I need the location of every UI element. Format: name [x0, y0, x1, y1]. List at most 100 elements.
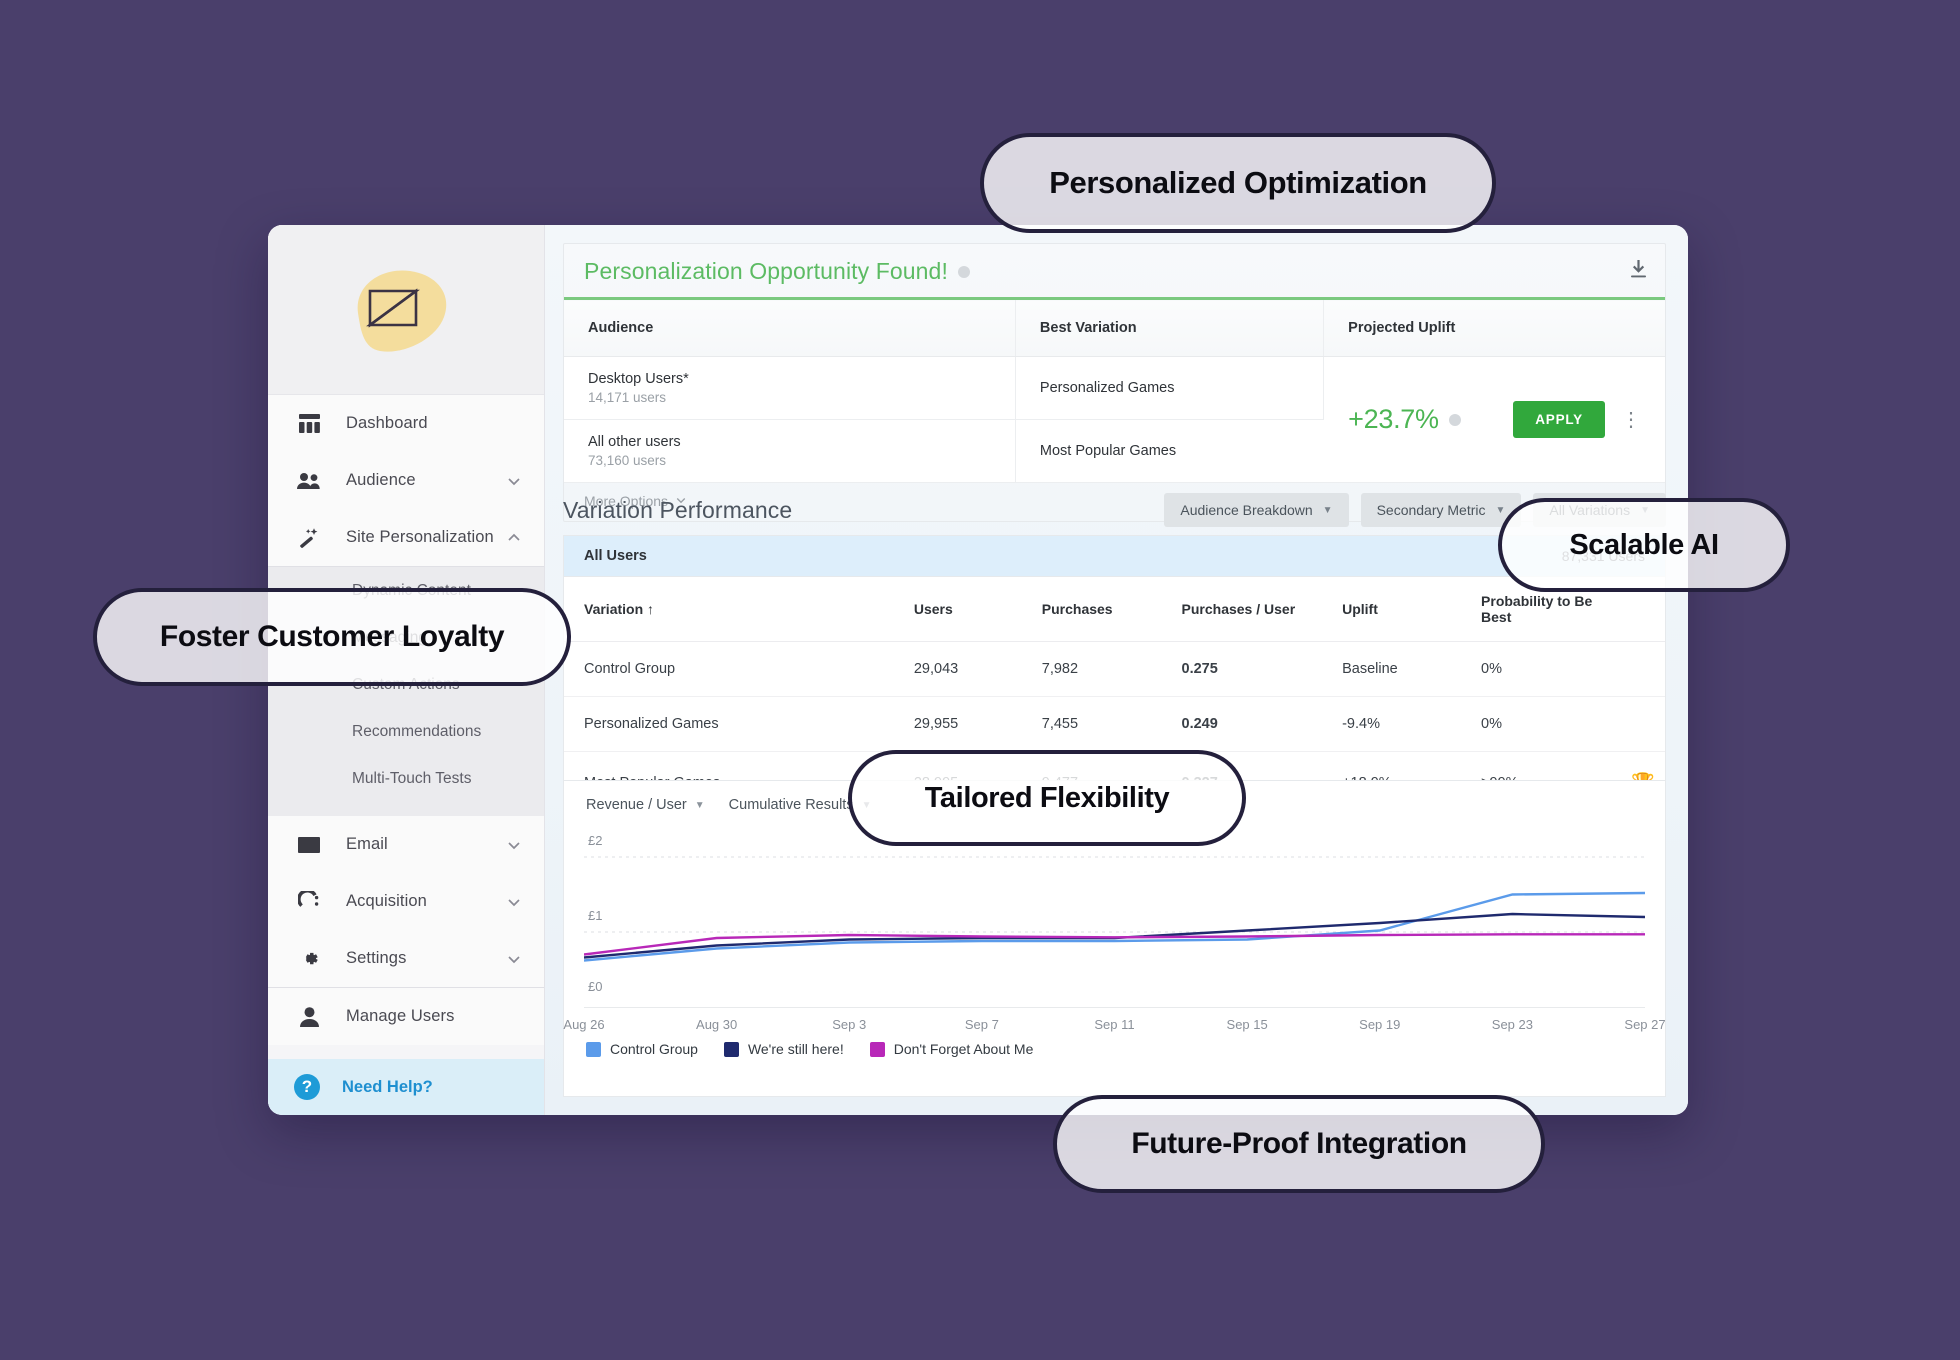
info-icon[interactable] [1448, 413, 1461, 426]
x-tick-label: Aug 30 [696, 1017, 738, 1032]
col-purchases[interactable]: Purchases [1041, 577, 1182, 642]
sidebar-secondary-group: Email Acquisition Settings [268, 816, 544, 987]
x-tick-label: Sep 27 [1624, 1017, 1666, 1032]
y-tick-label: £0 [588, 979, 603, 994]
magic-wand-icon [294, 526, 324, 550]
callout-scalable-ai: Scalable AI [1498, 498, 1790, 592]
callout-personalized-optimization: Personalized Optimization [980, 133, 1496, 233]
col-variation[interactable]: Variation ↑ [564, 577, 914, 642]
chart-lines [584, 827, 1645, 1007]
audience-user-count: 14,171 users [588, 390, 667, 405]
x-tick-label: Sep 7 [964, 1017, 999, 1032]
x-tick-label: Sep 23 [1491, 1017, 1533, 1032]
question-circle-icon: ? [294, 1074, 320, 1100]
opportunity-table: Audience Best Variation Projected Uplift… [564, 297, 1665, 483]
table-row: Personalized Games 29,955 7,455 0.249 -9… [564, 696, 1665, 752]
sidebar-item-dashboard[interactable]: Dashboard [268, 395, 544, 452]
sidebar-item-settings[interactable]: Settings [268, 930, 544, 987]
legend-label: We're still here! [747, 1041, 844, 1057]
col-projected-uplift: Projected Uplift [1323, 298, 1665, 357]
apply-button[interactable]: APPLY [1513, 401, 1605, 438]
col-purchases-per-user[interactable]: Purchases / User [1181, 577, 1343, 642]
sidebar-item-audience[interactable]: Audience [268, 452, 544, 509]
sidebar-item-manage-users[interactable]: Manage Users [268, 988, 544, 1045]
chart-plot-area: £2 £1 £0 [584, 827, 1645, 1007]
chevron-down-icon [506, 951, 522, 967]
col-uplift[interactable]: Uplift [1342, 577, 1482, 642]
variation-users: 29,955 [913, 696, 1042, 752]
download-icon[interactable] [1630, 260, 1647, 283]
chevron-down-icon [506, 837, 522, 853]
sidebar-item-label: Acquisition [346, 892, 427, 910]
chevron-down-icon [506, 473, 522, 489]
sidebar-subitem-recommendations[interactable]: Recommendations [268, 708, 544, 755]
sidebar-item-label: Dashboard [346, 414, 428, 432]
person-icon [294, 1005, 324, 1029]
x-tick-label: Sep 3 [832, 1017, 867, 1032]
x-tick-label: Sep 15 [1226, 1017, 1268, 1032]
sidebar-item-label: Manage Users [346, 1007, 455, 1025]
personalization-opportunity-card: Personalization Opportunity Found! Audie… [563, 243, 1666, 522]
legend-swatch [869, 1041, 885, 1057]
variation-uplift: -9.4% [1342, 696, 1482, 752]
col-users[interactable]: Users [913, 577, 1042, 642]
sidebar-item-label: Email [346, 835, 388, 853]
table-row: Desktop Users* 14,171 users Personalized… [564, 356, 1665, 483]
chevron-down-icon: ▼ [1495, 504, 1506, 516]
callout-label: Foster Customer Loyalty [159, 620, 505, 653]
secondary-metric-dropdown[interactable]: Secondary Metric ▼ [1360, 493, 1522, 527]
sidebar-subitem-multi-touch-tests[interactable]: Multi-Touch Tests [268, 755, 544, 802]
chart-series-line [584, 893, 1645, 961]
callout-tailored-flexibility: Tailored Flexibility [848, 750, 1246, 846]
metric-dropdown[interactable]: Revenue / User ▼ [586, 797, 705, 813]
variation-name: Personalized Games [564, 696, 914, 752]
bowtie-logo [346, 255, 466, 365]
variation-purchases: 7,982 [1041, 641, 1182, 697]
x-tick-label: Sep 11 [1094, 1017, 1135, 1032]
winner-cell [1631, 641, 1665, 697]
y-tick-label: £1 [588, 908, 603, 923]
best-variation-cell: Personalized Games [1015, 356, 1325, 420]
sidebar-spacer [268, 802, 544, 816]
variation-probability: 0% [1481, 696, 1632, 752]
audience-breakdown-dropdown[interactable]: Audience Breakdown ▼ [1164, 493, 1349, 527]
sidebar-item-acquisition[interactable]: Acquisition [268, 873, 544, 930]
callout-label: Future-Proof Integration [1131, 1127, 1467, 1160]
sidebar-primary-group: Dashboard Audience Site Personalization [268, 395, 544, 566]
chart-x-axis: Aug 26 Aug 30 Sep 3 Sep 7 Sep 11 Sep 15 Sep 19… [563, 1007, 1666, 1037]
variation-performance-header: Variation Performance Audience Breakdown… [563, 493, 1666, 527]
variation-name: Control Group [564, 641, 914, 697]
gear-icon [294, 947, 324, 971]
audience-name: All other users [588, 434, 681, 450]
sidebar-item-site-personalization[interactable]: Site Personalization [268, 509, 544, 566]
chevron-down-icon [506, 894, 522, 910]
callout-label: Tailored Flexibility [924, 781, 1170, 814]
page-root: Dashboard Audience Site Personalization … [0, 0, 1960, 1360]
info-icon[interactable] [957, 265, 970, 278]
sidebar-item-need-help[interactable]: ? Need Help? [268, 1059, 544, 1115]
callout-label: Scalable AI [1569, 528, 1719, 561]
callout-label: Personalized Optimization [1049, 165, 1427, 200]
legend-item: Don't Forget About Me [869, 1041, 1033, 1057]
chevron-up-icon [506, 530, 522, 546]
variation-purchases-per-user: 0.249 [1181, 696, 1343, 752]
best-variation-cell: Most Popular Games [1015, 419, 1324, 483]
segment-label: All Users [584, 548, 647, 564]
col-audience: Audience [564, 298, 1016, 357]
winner-cell [1631, 696, 1665, 752]
sidebar-item-email[interactable]: Email [268, 816, 544, 873]
audience-name: Desktop Users* [588, 371, 689, 387]
variation-purchases-per-user: 0.275 [1181, 641, 1343, 697]
dashboard-icon [294, 412, 324, 436]
legend-swatch [586, 1041, 601, 1057]
y-tick-label: £2 [588, 833, 603, 848]
sidebar-item-label: Audience [346, 471, 416, 489]
metric-dropdown-label: Revenue / User [586, 797, 687, 813]
sidebar-tertiary-group: Manage Users [268, 988, 544, 1045]
more-actions-icon[interactable]: ⋮ [1621, 410, 1641, 430]
sidebar-item-label: Site Personalization [346, 528, 494, 546]
projected-uplift-cell: +23.7% APPLY ⋮ [1323, 356, 1665, 483]
col-best-variation: Best Variation [1015, 298, 1325, 357]
variation-probability: 0% [1481, 641, 1632, 697]
sidebar-subitem-label: Multi-Touch Tests [352, 769, 472, 787]
